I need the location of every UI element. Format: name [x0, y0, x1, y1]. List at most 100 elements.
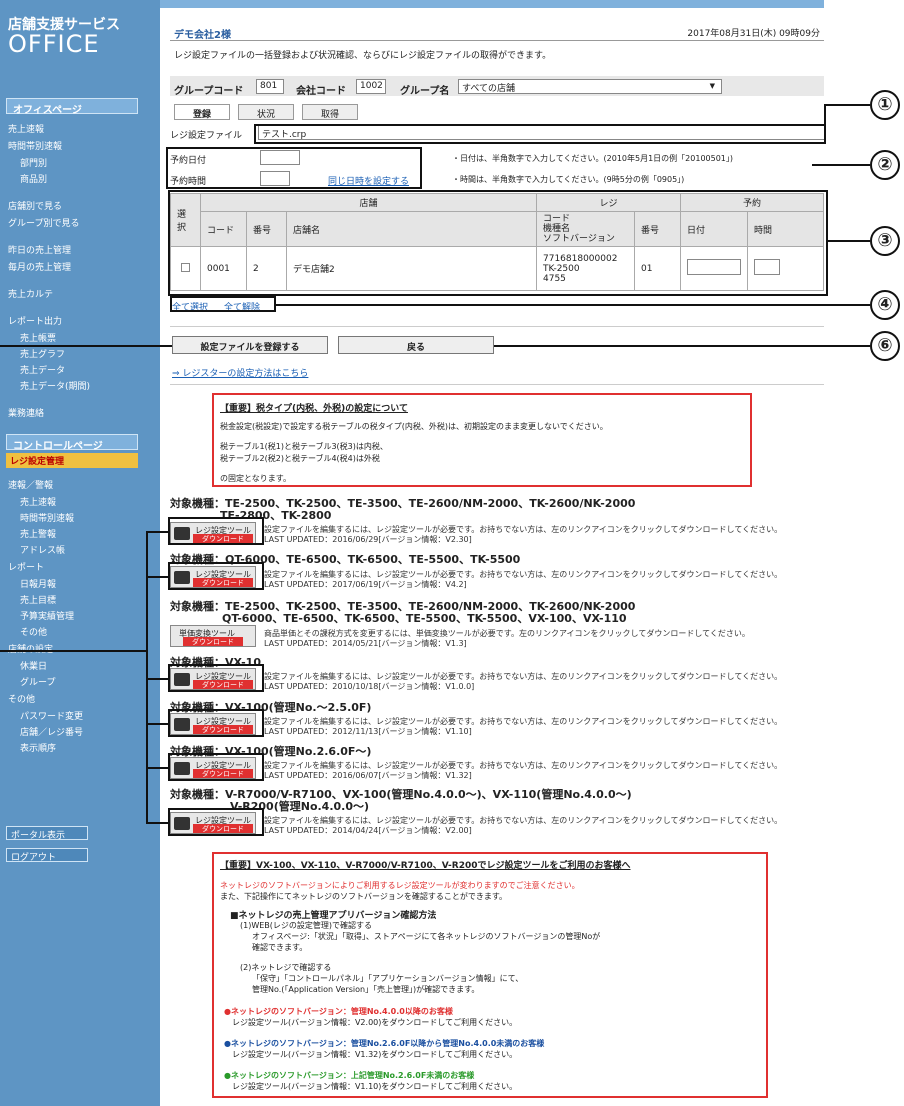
portal-button[interactable]: ポータル表示 — [6, 826, 88, 841]
date-hint: ・日付は、半角数字で入力してください。(2010年5月1日の例「20100501… — [452, 154, 734, 163]
register-setup-link[interactable]: ⇒ レジスターの設定方法はこちら — [172, 366, 308, 379]
top-bar — [160, 0, 824, 8]
callout-1: ① — [870, 90, 900, 120]
sidebar-item-yesterday[interactable]: 昨日の売上管理 — [8, 243, 71, 256]
sidebar-item-ctrl-sales-flash[interactable]: 売上速報 — [20, 495, 56, 508]
divider — [170, 40, 824, 41]
sidebar-item-daily-monthly[interactable]: 日報月報 — [20, 577, 56, 590]
sidebar: 店舗支援サービス OFFICE オフィスページ 売上速報 時間帯別速報 部門別 … — [0, 0, 160, 1106]
datetime: 2017年08月31日(木) 09時09分 — [687, 29, 820, 39]
register-file-button[interactable]: 設定ファイルを登録する — [172, 336, 328, 354]
group-name-value: すべての店舗 — [462, 84, 516, 94]
callout-6: ⑥ — [870, 331, 900, 361]
sidebar-item-store-register-no[interactable]: 店舗／レジ番号 — [20, 725, 83, 738]
callout-box-file — [254, 124, 826, 144]
group-name-select[interactable]: すべての店舗 ▼ — [458, 79, 722, 94]
sidebar-item-sales-data-period[interactable]: 売上データ(期間) — [20, 379, 90, 392]
vx-notice-line: レジ設定ツール(バージョン情報：V1.10)をダウンロードしてご利用ください。 — [232, 1082, 518, 1091]
vx-notice-line: また、下記操作にてネットレジのソフトバージョンを確認することができます。 — [220, 892, 508, 901]
vx-notice-title: 【重要】VX-100、VX-110、V-R7000/V-R7100、V-R200… — [220, 861, 631, 871]
download-update: LAST UPDATED：2014/04/24[バージョン情報：V2.00] — [264, 826, 472, 835]
sidebar-item-business[interactable]: 業務連絡 — [8, 406, 44, 419]
vx-notice-line: レジ設定ツール(バージョン情報：V1.32)をダウンロードしてご利用ください。 — [232, 1050, 518, 1059]
sidebar-item-sales-target[interactable]: 売上目標 — [20, 593, 56, 606]
sidebar-item-ctrl-sales-alert[interactable]: 売上警報 — [20, 527, 56, 540]
sidebar-item-sales-graph[interactable]: 売上グラフ — [20, 347, 65, 360]
callout-4: ④ — [870, 290, 900, 320]
group-name-label: グループ名 — [400, 86, 450, 97]
vx-notice: 【重要】VX-100、VX-110、V-R7000/V-R7100、V-R200… — [212, 852, 768, 1098]
download-update: LAST UPDATED：2010/10/18[バージョン情報：V1.0.0] — [264, 682, 475, 691]
sidebar-item-holiday[interactable]: 休業日 — [20, 659, 47, 672]
sidebar-item-address-book[interactable]: アドレス帳 — [20, 543, 65, 556]
sidebar-item-sales-form[interactable]: 売上帳票 — [20, 331, 56, 344]
tax-notice-line: 税テーブル1(税1)と税テーブル3(税3)は内税、 — [220, 442, 388, 451]
callout-box-download — [168, 753, 264, 781]
sidebar-item-store-settings[interactable]: 店舗の設定 — [8, 642, 53, 655]
callout-line — [146, 767, 168, 769]
callout-box-download — [168, 517, 264, 545]
target-models-3b: QT-6000、TE-6500、TK-6500、TE-5500、TK-5500、… — [222, 612, 627, 625]
vx-notice-line: 「保守」「コントロールパネル」「アプリケーションバージョン情報」にて、 — [252, 974, 524, 983]
sidebar-item-product[interactable]: 商品別 — [20, 172, 47, 185]
callout-line — [146, 822, 168, 824]
sidebar-item-sales-data[interactable]: 売上データ — [20, 363, 65, 376]
callout-box-download — [168, 709, 264, 737]
callout-2: ② — [870, 150, 900, 180]
brand-logo: OFFICE — [8, 30, 100, 58]
download-sub: ダウンロード — [183, 637, 243, 646]
page-description: レジ設定ファイルの一括登録および状況確認、ならびにレジ設定ファイルの取得ができま… — [174, 51, 552, 61]
callout-box-table — [168, 190, 828, 296]
sidebar-item-ctrl-hourly[interactable]: 時間帯別速報 — [20, 511, 74, 524]
tab-register[interactable]: 登録 — [174, 104, 230, 120]
time-hint: ・時間は、半角数字で入力してください。(9時5分の例「0905」) — [452, 175, 685, 184]
company-name: デモ会社2様 — [174, 30, 231, 41]
sidebar-item-by-group[interactable]: グループ別で見る — [8, 216, 79, 229]
vx-notice-line: オフィスページ:「状況」「取得」、ストアページにて各ネットレジのソフトバージョン… — [252, 932, 601, 941]
divider — [170, 384, 824, 385]
tab-status[interactable]: 状況 — [238, 104, 294, 120]
sidebar-item-ctrl-report[interactable]: レポート — [8, 560, 44, 573]
group-code-label: グループコード — [174, 86, 244, 97]
back-button[interactable]: 戻る — [338, 336, 494, 354]
group-code-input[interactable]: 801 — [256, 79, 284, 94]
vx-notice-warning: ネットレジのソフトバージョンによりご利用するレジ設定ツールが変わりますのでご注意… — [220, 881, 580, 890]
download-update: LAST UPDATED：2017/06/19[バージョン情報：V4.2] — [264, 580, 467, 589]
callout-3: ③ — [870, 226, 900, 256]
sidebar-item-group[interactable]: グループ — [20, 675, 55, 688]
sidebar-item-other-1[interactable]: その他 — [20, 625, 47, 638]
callout-box-schedule — [166, 147, 422, 189]
download-price-tool-button[interactable]: 単価変換ツール ダウンロード — [170, 625, 256, 647]
sidebar-item-register-settings[interactable]: レジ設定管理 — [6, 453, 138, 468]
callout-line — [146, 723, 168, 725]
chevron-down-icon: ▼ — [709, 82, 715, 90]
vx-notice-bullet-green: ●ネットレジのソフトバージョン：上記管理No.2.6.0F未満のお客様 — [224, 1071, 475, 1080]
sidebar-item-other-2[interactable]: その他 — [8, 692, 35, 705]
sidebar-item-department[interactable]: 部門別 — [20, 156, 47, 169]
sidebar-item-alerts[interactable]: 速報／警報 — [8, 478, 53, 491]
sidebar-item-budget[interactable]: 予算実績管理 — [20, 609, 74, 622]
sidebar-item-karte[interactable]: 売上カルテ — [8, 287, 53, 300]
callout-line — [824, 104, 870, 106]
callout-line — [494, 345, 870, 347]
logout-button[interactable]: ログアウト — [6, 848, 88, 863]
company-code-input[interactable]: 1002 — [356, 79, 386, 94]
sidebar-item-hourly-flash[interactable]: 時間帯別速報 — [8, 139, 62, 152]
callout-box-download — [168, 808, 264, 836]
file-label: レジ設定ファイル — [170, 131, 243, 141]
callout-line — [276, 304, 870, 306]
tax-notice-line: の固定となります。 — [220, 474, 291, 483]
callout-line — [824, 104, 826, 126]
sidebar-item-sales-flash[interactable]: 売上速報 — [8, 122, 44, 135]
download-update: LAST UPDATED：2016/06/29[バージョン情報：V2.30] — [264, 535, 472, 544]
tax-notice-line: 税金設定(税設定)で設定する税テーブルの税タイプ(内税、外税)は、初期設定のまま… — [220, 422, 608, 431]
tab-retrieve[interactable]: 取得 — [302, 104, 358, 120]
sidebar-item-password[interactable]: パスワード変更 — [20, 709, 83, 722]
tax-notice-title: 【重要】税タイプ(内税、外税)の設定について — [220, 404, 408, 414]
callout-line — [812, 164, 870, 166]
sidebar-item-display-order[interactable]: 表示順序 — [20, 741, 56, 754]
sidebar-item-report[interactable]: レポート出力 — [8, 314, 62, 327]
sidebar-item-monthly[interactable]: 毎月の売上管理 — [8, 260, 71, 273]
sidebar-item-by-store[interactable]: 店舗別で見る — [8, 199, 62, 212]
callout-box-download — [168, 664, 264, 692]
